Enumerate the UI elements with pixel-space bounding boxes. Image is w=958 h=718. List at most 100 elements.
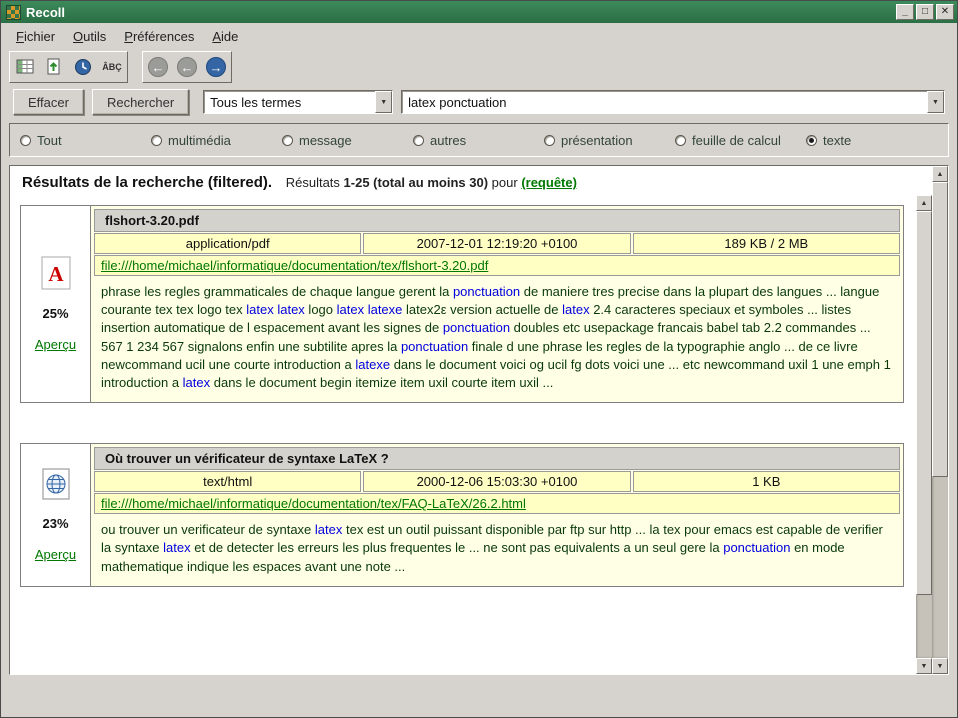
result-gutter: 23% Aperçu <box>21 444 91 586</box>
filter-autres[interactable]: autres <box>413 133 544 148</box>
toolbar-group-nav: ← ← → <box>142 51 232 83</box>
outer-scrollbar[interactable]: ▲ ▼ <box>932 166 948 674</box>
keyword-highlight: ponctuation <box>443 320 510 335</box>
scroll-up-button[interactable]: ▲ <box>932 166 948 182</box>
maximize-button[interactable]: □ <box>916 4 934 20</box>
scroll-down-button[interactable]: ▼ <box>916 658 932 674</box>
relevance-percent: 25% <box>42 306 68 321</box>
sort-history-button[interactable] <box>70 54 96 80</box>
category-filter-row: Tout multimédia message autres présentat… <box>9 123 949 157</box>
titlebar[interactable]: Recoll _ □ ✕ <box>1 1 957 23</box>
clear-button[interactable]: Effacer <box>13 89 84 115</box>
keyword-highlight: latex latex <box>246 302 305 317</box>
menu-aide[interactable]: Aide <box>203 26 247 47</box>
preview-link[interactable]: Aperçu <box>35 547 76 562</box>
results-range: 1-25 (total au moins 30) <box>344 175 488 190</box>
toolbar: ÂBÇ ← ← → <box>1 49 957 85</box>
chevron-down-icon[interactable]: ▼ <box>375 91 392 113</box>
pdf-icon: A <box>41 256 71 290</box>
next-page-button[interactable]: → <box>203 54 229 80</box>
scrollbar-track[interactable] <box>932 182 948 658</box>
search-bar: Effacer Rechercher Tous les termes ▼ lat… <box>1 85 957 119</box>
keyword-highlight: latex <box>183 375 210 390</box>
result-url-link[interactable]: file:///home/michael/informatique/docume… <box>101 496 526 511</box>
filter-tout[interactable]: Tout <box>20 133 151 148</box>
scroll-down-button[interactable]: ▼ <box>932 658 948 674</box>
recoll-window: Recoll _ □ ✕ Fichier Outils Préférences … <box>0 0 958 718</box>
results-stats: Résultats 1-25 (total au moins 30) pour … <box>286 175 577 190</box>
results-column: Résultats de la recherche (filtered). Ré… <box>10 166 932 674</box>
radio-icon <box>20 135 31 146</box>
clock-icon <box>74 58 92 76</box>
filter-label: message <box>299 133 352 148</box>
keyword-highlight: ponctuation <box>723 540 790 555</box>
result-mime: text/html <box>94 471 361 492</box>
filter-row-wrap: Tout multimédia message autres présentat… <box>1 119 957 163</box>
filter-presentation[interactable]: présentation <box>544 133 675 148</box>
filter-texte[interactable]: texte <box>806 133 937 148</box>
radio-icon <box>282 135 293 146</box>
inner-scrollbar[interactable]: ▲ ▼ <box>916 195 932 674</box>
result-url-row: file:///home/michael/informatique/docume… <box>94 255 900 276</box>
search-query-input[interactable]: latex ponctuation <box>402 95 927 110</box>
term-explorer-button[interactable]: ÂBÇ <box>99 54 125 80</box>
search-query-combo[interactable]: latex ponctuation ▼ <box>401 90 945 114</box>
radio-icon <box>675 135 686 146</box>
back-button[interactable]: ← <box>145 54 171 80</box>
results-header: Résultats de la recherche (filtered). Ré… <box>10 166 932 195</box>
preview-link[interactable]: Aperçu <box>35 337 76 352</box>
search-mode-select[interactable]: Tous les termes ▼ <box>203 90 393 114</box>
keyword-highlight: ponctuation <box>453 284 520 299</box>
keyword-highlight: latex <box>163 540 190 555</box>
results-table-button[interactable] <box>12 54 38 80</box>
radio-icon <box>413 135 424 146</box>
table-icon <box>16 58 34 76</box>
filter-feuille-de-calcul[interactable]: feuille de calcul <box>675 133 806 148</box>
result-content: Où trouver un vérificateur de syntaxe La… <box>91 444 903 586</box>
next-arrow-icon: → <box>206 57 226 77</box>
keyword-highlight: latex latexe <box>337 302 403 317</box>
prev-page-button[interactable]: ← <box>174 54 200 80</box>
close-button[interactable]: ✕ <box>936 4 954 20</box>
scrollbar-track[interactable] <box>916 211 932 658</box>
update-index-button[interactable] <box>41 54 67 80</box>
keyword-highlight: latex <box>562 302 589 317</box>
result-item-1[interactable]: A 25% Aperçu flshort-3.20.pdf applicatio… <box>20 205 904 403</box>
radio-icon <box>151 135 162 146</box>
filter-label: feuille de calcul <box>692 133 781 148</box>
result-title: Où trouver un vérificateur de syntaxe La… <box>94 447 900 470</box>
window-controls: _ □ ✕ <box>896 4 954 20</box>
results-pane: Résultats de la recherche (filtered). Ré… <box>9 165 949 675</box>
filter-label: multimédia <box>168 133 231 148</box>
search-button[interactable]: Rechercher <box>92 89 189 115</box>
chevron-down-icon[interactable]: ▼ <box>927 91 944 113</box>
result-date: 2007-12-01 12:19:20 +0100 <box>363 233 630 254</box>
filter-message[interactable]: message <box>282 133 413 148</box>
minimize-button[interactable]: _ <box>896 4 914 20</box>
scrollbar-thumb[interactable] <box>932 182 948 477</box>
result-title: flshort-3.20.pdf <box>94 209 900 232</box>
app-icon <box>6 5 21 20</box>
result-url-link[interactable]: file:///home/michael/informatique/docume… <box>101 258 488 273</box>
html-icon <box>41 468 71 500</box>
result-content: flshort-3.20.pdf application/pdf 2007-12… <box>91 206 903 402</box>
results-wrap: Résultats de la recherche (filtered). Ré… <box>1 163 957 675</box>
keyword-highlight: ponctuation <box>401 339 468 354</box>
result-size: 1 KB <box>633 471 900 492</box>
scrollbar-thumb[interactable] <box>916 211 932 595</box>
radio-icon <box>544 135 555 146</box>
menu-outils[interactable]: Outils <box>64 26 115 47</box>
result-item-2[interactable]: 23% Aperçu Où trouver un vérificateur de… <box>20 443 904 587</box>
query-link[interactable]: (requête) <box>521 175 577 190</box>
search-mode-value: Tous les termes <box>204 95 375 110</box>
scroll-up-button[interactable]: ▲ <box>916 195 932 211</box>
menu-fichier[interactable]: Fichier <box>7 26 64 47</box>
spell-icon: ÂBÇ <box>102 62 122 72</box>
result-size: 189 KB / 2 MB <box>633 233 900 254</box>
menu-preferences[interactable]: Préférences <box>115 26 203 47</box>
radio-icon <box>806 135 817 146</box>
toolbar-group-main: ÂBÇ <box>9 51 128 83</box>
result-info-row: application/pdf 2007-12-01 12:19:20 +010… <box>94 233 900 254</box>
filter-label: autres <box>430 133 466 148</box>
filter-multimedia[interactable]: multimédia <box>151 133 282 148</box>
